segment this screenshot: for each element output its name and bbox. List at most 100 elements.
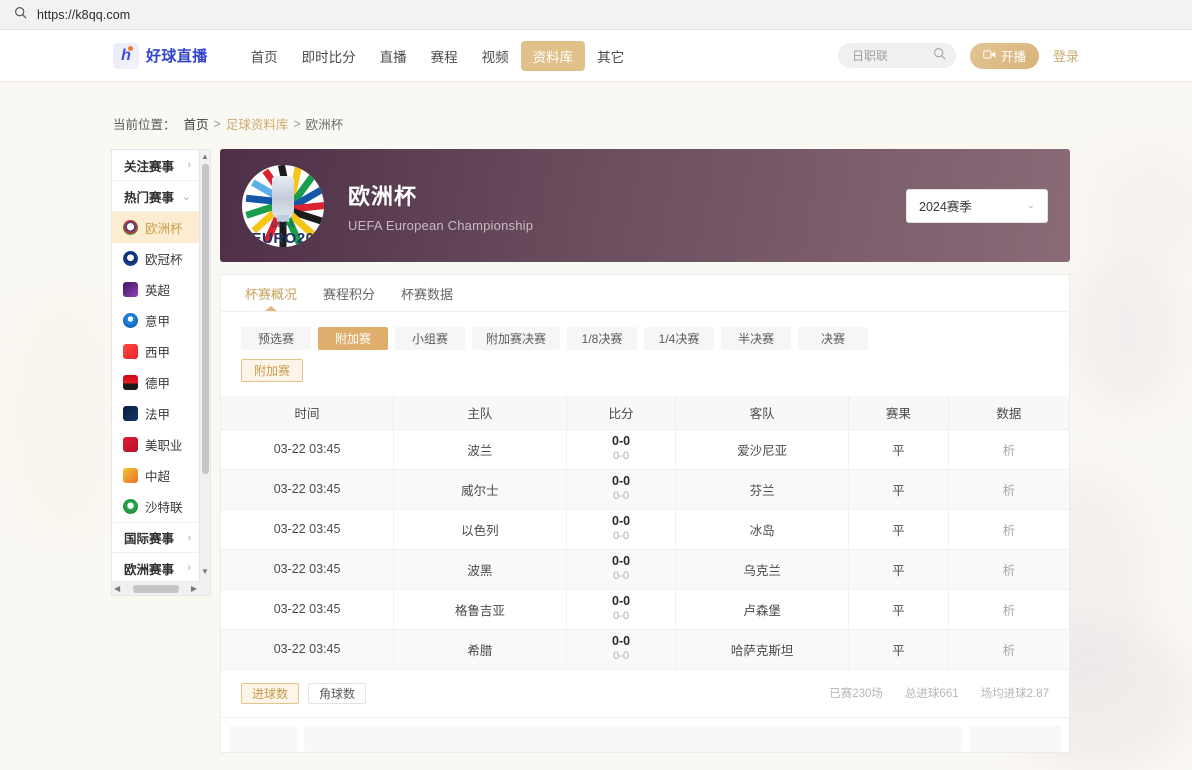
column-header-away: 客队 <box>675 396 849 430</box>
cell-away-team[interactable]: 卢森堡 <box>675 589 849 630</box>
sidebar-item-la-liga[interactable]: 西甲 <box>112 336 199 367</box>
analysis-link[interactable]: 析 <box>1003 444 1016 458</box>
analysis-link[interactable]: 析 <box>1003 644 1016 658</box>
search-box[interactable]: 日职联 <box>837 43 956 68</box>
scroll-right-arrow-icon[interactable]: ▶ <box>191 584 197 593</box>
season-selector[interactable]: 2024赛季 ⌄ <box>906 188 1048 223</box>
cell-away-team[interactable]: 芬兰 <box>675 469 849 510</box>
login-link[interactable]: 登录 <box>1053 46 1079 65</box>
cell-away-team[interactable]: 哈萨克斯坦 <box>675 629 849 670</box>
round-group-stage[interactable]: 小组赛 <box>395 327 465 350</box>
analysis-link[interactable]: 析 <box>1003 604 1016 618</box>
nav-item-schedule[interactable]: 赛程 <box>419 41 470 71</box>
round-semi-final[interactable]: 半决赛 <box>721 327 792 350</box>
matches-table-body: 03-22 03:45 波兰 0-0 0-0 爱沙尼亚 平 析 03-22 03… <box>221 429 1069 670</box>
sidebar-group-european[interactable]: 欧洲赛事 › <box>112 553 199 584</box>
column-header-data: 数据 <box>948 396 1069 430</box>
euro-cup-icon <box>123 220 138 235</box>
analysis-link[interactable]: 析 <box>1003 564 1016 578</box>
sidebar-item-label: 美职业 <box>145 439 183 453</box>
stats-tab-corners[interactable]: 角球数 <box>308 682 367 704</box>
cell-away-team[interactable]: 乌克兰 <box>675 549 849 590</box>
cell-home-team[interactable]: 波兰 <box>393 429 567 470</box>
breadcrumb-item-football-db[interactable]: 足球资料库 <box>226 114 289 133</box>
horizontal-scroll-thumb[interactable] <box>132 584 179 593</box>
breadcrumb-item-home[interactable]: 首页 <box>184 114 209 133</box>
sidebar-item-champions-league[interactable]: 欧冠杯 <box>112 243 199 274</box>
search-input[interactable]: 日职联 <box>852 47 933 64</box>
cell-score: 0-0 0-0 <box>566 469 677 510</box>
table-header-row: 时间 主队 比分 客队 赛果 数据 <box>221 396 1069 430</box>
nav-item-home[interactable]: 首页 <box>239 41 290 71</box>
subround-playoff[interactable]: 附加赛 <box>241 359 304 382</box>
score-halftime: 0-0 <box>613 609 629 622</box>
round-quarter-final[interactable]: 1/4决赛 <box>644 327 715 350</box>
table-row[interactable]: 03-22 03:45 波兰 0-0 0-0 爱沙尼亚 平 析 <box>221 429 1069 470</box>
table-row[interactable]: 03-22 03:45 格鲁吉亚 0-0 0-0 卢森堡 平 析 <box>221 589 1069 630</box>
sidebar-group-hot[interactable]: 热门赛事 ⌄ <box>112 181 199 212</box>
cell-home-team[interactable]: 波黑 <box>393 549 567 590</box>
round-playoff[interactable]: 附加赛 <box>318 327 388 350</box>
sidebar-item-mls[interactable]: 美职业 <box>112 429 199 460</box>
sidebar-item-ligue-1[interactable]: 法甲 <box>112 398 199 429</box>
site-header: h 好球直播 首页 即时比分 直播 赛程 视频 资料库 其它 日职联 开播 登录 <box>0 30 1192 82</box>
site-logo[interactable]: h 好球直播 <box>113 42 208 69</box>
table-row[interactable]: 03-22 03:45 波黑 0-0 0-0 乌克兰 平 析 <box>221 549 1069 590</box>
nav-item-database[interactable]: 资料库 <box>520 40 586 71</box>
url-field[interactable]: https://k8qq.com <box>14 4 1178 26</box>
analysis-link[interactable]: 析 <box>1003 524 1016 538</box>
sidebar-item-label: 欧冠杯 <box>145 253 183 267</box>
nav-item-livescore[interactable]: 即时比分 <box>290 41 368 71</box>
cell-home-team[interactable]: 威尔士 <box>393 469 567 510</box>
nav-item-video[interactable]: 视频 <box>470 41 521 71</box>
cell-away-team[interactable]: 冰岛 <box>675 509 849 550</box>
table-row[interactable]: 03-22 03:45 以色列 0-0 0-0 冰岛 平 析 <box>221 509 1069 550</box>
cell-time: 03-22 03:45 <box>221 469 395 510</box>
sidebar-group-followed[interactable]: 关注赛事 › <box>112 150 199 181</box>
sidebar-item-saudi-pro-league[interactable]: 沙特联 <box>112 491 199 522</box>
vertical-scroll-thumb[interactable] <box>202 164 209 474</box>
start-live-button[interactable]: 开播 <box>969 42 1039 69</box>
scroll-left-arrow-icon[interactable]: ◀ <box>114 584 120 593</box>
analysis-link[interactable]: 析 <box>1003 484 1016 498</box>
tab-overview[interactable]: 杯赛概况 <box>245 275 297 312</box>
euro-2020-logo-icon: UEFA EURO20 <box>242 164 324 247</box>
tab-statistics[interactable]: 杯赛数据 <box>401 275 453 312</box>
tab-standings[interactable]: 赛程积分 <box>323 275 375 312</box>
cell-home-team[interactable]: 以色列 <box>393 509 567 550</box>
sidebar-group-international[interactable]: 国际赛事 › <box>112 522 199 553</box>
scrollbar-corner <box>199 581 210 595</box>
cell-time: 03-22 03:45 <box>221 589 395 630</box>
stats-table-header-placeholder <box>221 718 1069 752</box>
round-round-of-16[interactable]: 1/8决赛 <box>567 327 638 350</box>
sidebar-vertical-scrollbar[interactable]: ▲ ▼ <box>199 150 210 581</box>
table-row[interactable]: 03-22 03:45 威尔士 0-0 0-0 芬兰 平 析 <box>221 469 1069 510</box>
sidebar-item-premier-league[interactable]: 英超 <box>112 274 199 305</box>
scroll-down-arrow-icon[interactable]: ▼ <box>201 565 209 579</box>
score-fulltime: 0-0 <box>612 474 631 489</box>
score-fulltime: 0-0 <box>612 514 631 529</box>
scroll-up-arrow-icon[interactable]: ▲ <box>201 150 209 164</box>
round-playoff-final[interactable]: 附加赛决赛 <box>472 327 561 350</box>
table-row[interactable]: 03-22 03:45 希腊 0-0 0-0 哈萨克斯坦 平 析 <box>221 629 1069 670</box>
cell-score: 0-0 0-0 <box>566 589 677 630</box>
sidebar-item-chinese-super-league[interactable]: 中超 <box>112 460 199 491</box>
search-icon[interactable] <box>933 47 946 65</box>
stats-tab-goals[interactable]: 进球数 <box>241 682 300 704</box>
round-qualifiers[interactable]: 预选赛 <box>241 327 311 350</box>
round-final[interactable]: 决赛 <box>798 327 869 350</box>
sidebar-item-euro-cup[interactable]: 欧洲杯 <box>112 212 199 243</box>
cell-result: 平 <box>848 429 949 470</box>
sidebar-item-serie-a[interactable]: 意甲 <box>112 305 199 336</box>
stat-total-goals: 总进球661 <box>904 688 959 700</box>
cell-home-team[interactable]: 希腊 <box>393 629 567 670</box>
column-header-result: 赛果 <box>848 396 949 430</box>
cell-home-team[interactable]: 格鲁吉亚 <box>393 589 567 630</box>
sidebar-horizontal-scrollbar[interactable]: ◀ ▶ <box>112 581 199 595</box>
cell-away-team[interactable]: 爱沙尼亚 <box>675 429 849 470</box>
nav-item-other[interactable]: 其它 <box>585 41 636 71</box>
cell-data-link: 析 <box>948 589 1069 630</box>
nav-item-live[interactable]: 直播 <box>368 41 419 71</box>
sidebar-group-label: 国际赛事 <box>124 532 175 546</box>
sidebar-item-bundesliga[interactable]: 德甲 <box>112 367 199 398</box>
